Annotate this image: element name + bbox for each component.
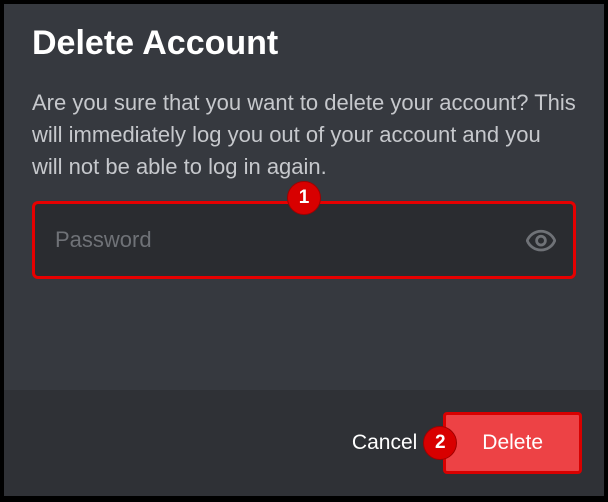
delete-account-dialog: Delete Account Are you sure that you wan… — [2, 2, 606, 498]
annotation-badge-1: 1 — [287, 181, 321, 215]
dialog-footer: Cancel 2 Delete — [4, 390, 604, 496]
delete-button-wrapper: 2 Delete — [443, 412, 582, 474]
dialog-title: Delete Account — [32, 24, 576, 63]
dialog-description: Are you sure that you want to delete you… — [32, 87, 576, 183]
delete-button[interactable]: Delete — [443, 412, 582, 474]
dialog-header: Delete Account — [4, 4, 604, 63]
dialog-body: Are you sure that you want to delete you… — [4, 63, 604, 390]
cancel-button[interactable]: Cancel — [334, 417, 435, 469]
password-input-wrapper: 1 — [32, 201, 576, 279]
annotation-badge-2: 2 — [423, 426, 457, 460]
show-password-icon[interactable] — [524, 223, 558, 257]
